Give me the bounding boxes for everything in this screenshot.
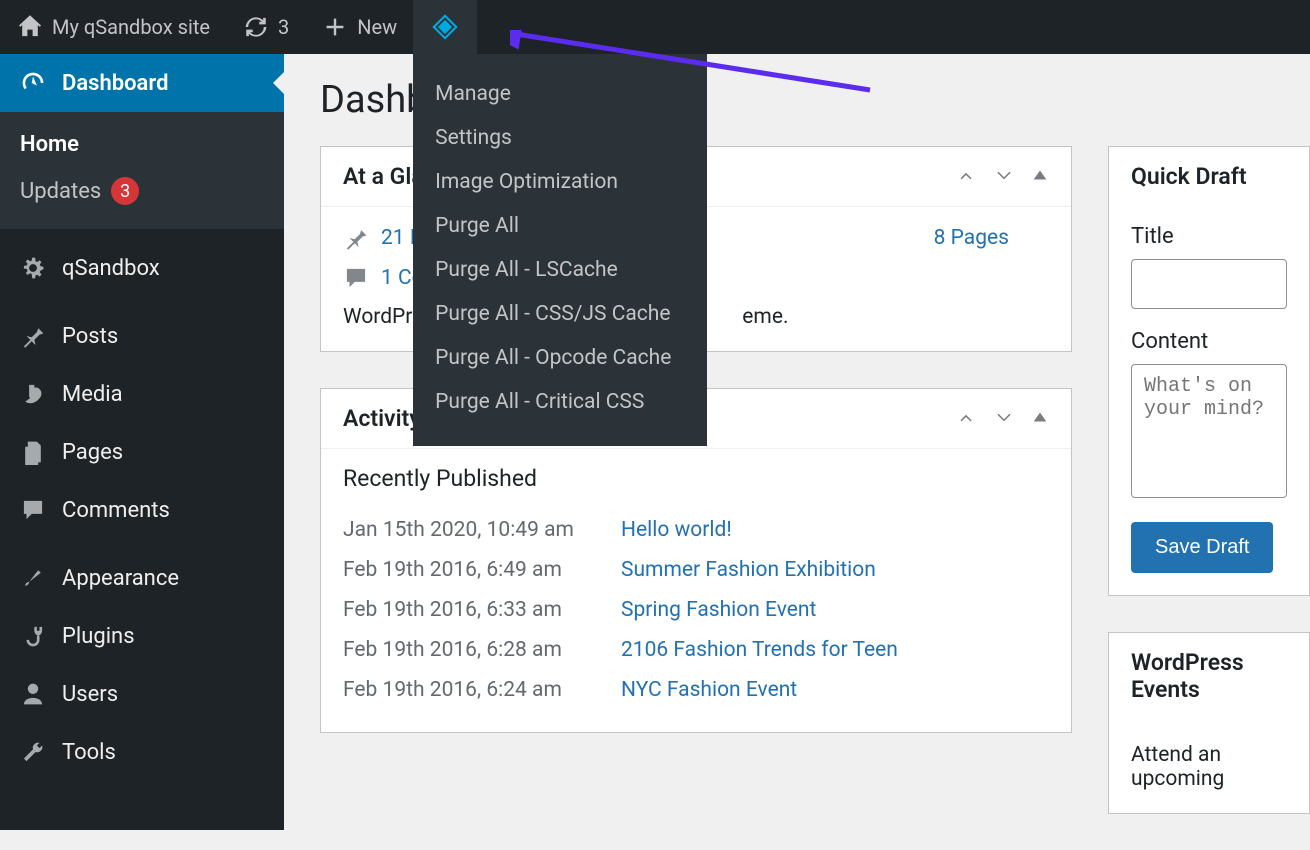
activity-row: Jan 15th 2020, 10:49 am Hello world! <box>343 510 1049 550</box>
activity-title-link[interactable]: Spring Fashion Event <box>621 598 816 622</box>
widget-header: Quick Draft <box>1109 147 1309 206</box>
pages-icon <box>18 437 48 467</box>
activity-subheading: Recently Published <box>343 449 1049 510</box>
submenu-dashboard: Home Updates 3 <box>0 112 284 229</box>
adminbar-site-name: My qSandbox site <box>52 15 210 39</box>
chevron-down-icon[interactable] <box>993 164 1015 190</box>
dropdown-manage[interactable]: Manage <box>413 72 707 116</box>
adminbar-site-link[interactable]: My qSandbox site <box>0 0 226 54</box>
events-text: Attend an upcoming <box>1131 737 1287 791</box>
dropdown-purge-cssjs[interactable]: Purge All - CSS/JS Cache <box>413 292 707 336</box>
dropdown-image-optimization[interactable]: Image Optimization <box>413 160 707 204</box>
chevron-up-icon[interactable] <box>955 164 977 190</box>
events-heading: WordPress Events <box>1131 649 1287 703</box>
activity-row: Feb 19th 2016, 6:24 am NYC Fashion Event <box>343 670 1049 710</box>
glance-pages[interactable]: 8 Pages <box>934 225 1009 251</box>
refresh-icon <box>242 13 270 41</box>
wrench-icon <box>18 737 48 767</box>
menu-plugins[interactable]: Plugins <box>0 607 284 665</box>
widget-events: WordPress Events Attend an upcoming <box>1108 632 1310 814</box>
menu-comments[interactable]: Comments <box>0 481 284 539</box>
dropdown-purge-all[interactable]: Purge All <box>413 204 707 248</box>
chevron-up-icon[interactable] <box>955 406 977 432</box>
menu-plugins-label: Plugins <box>62 624 135 649</box>
activity-date: Feb 19th 2016, 6:33 am <box>343 598 621 622</box>
activity-date: Feb 19th 2016, 6:49 am <box>343 558 621 582</box>
dropdown-purge-opcode[interactable]: Purge All - Opcode Cache <box>413 336 707 380</box>
activity-date: Feb 19th 2016, 6:24 am <box>343 678 621 702</box>
updates-badge: 3 <box>111 177 139 205</box>
quickdraft-title-label: Title <box>1131 224 1287 249</box>
activity-title-link[interactable]: NYC Fashion Event <box>621 678 797 702</box>
litespeed-dropdown: Manage Settings Image Optimization Purge… <box>413 54 707 446</box>
menu-media-label: Media <box>62 382 123 407</box>
adminbar-new-label: New <box>357 15 397 39</box>
menu-comments-label: Comments <box>62 498 170 523</box>
media-icon <box>18 379 48 409</box>
activity-title-link[interactable]: Summer Fashion Exhibition <box>621 558 876 582</box>
triangle-up-icon[interactable] <box>1031 166 1049 188</box>
chevron-down-icon[interactable] <box>993 406 1015 432</box>
menu-dashboard[interactable]: Dashboard <box>0 54 284 112</box>
submenu-home[interactable]: Home <box>0 122 284 167</box>
menu-qsandbox[interactable]: qSandbox <box>0 239 284 297</box>
gear-icon <box>18 253 48 283</box>
triangle-up-icon[interactable] <box>1031 408 1049 430</box>
glance-pages-text: 8 Pages <box>934 226 1009 250</box>
dropdown-settings[interactable]: Settings <box>413 116 707 160</box>
activity-title-link[interactable]: Hello world! <box>621 518 732 542</box>
widget-handle-actions <box>955 164 1049 190</box>
comment-icon <box>18 495 48 525</box>
dashboard-icon <box>18 68 48 98</box>
activity-date: Feb 19th 2016, 6:28 am <box>343 638 621 662</box>
admin-bar: My qSandbox site 3 New Manage Settings I… <box>0 0 1310 54</box>
adminbar-updates-count: 3 <box>278 15 289 39</box>
dropdown-purge-critical[interactable]: Purge All - Critical CSS <box>413 380 707 424</box>
menu-qsandbox-label: qSandbox <box>62 256 160 281</box>
activity-row: Feb 19th 2016, 6:33 am Spring Fashion Ev… <box>343 590 1049 630</box>
plus-icon <box>321 13 349 41</box>
plug-icon <box>18 621 48 651</box>
adminbar-new[interactable]: New <box>305 0 413 54</box>
activity-title-link[interactable]: 2106 Fashion Trends for Teen <box>621 638 898 662</box>
widget-quick-draft: Quick Draft Title Content Save Draft <box>1108 146 1310 596</box>
submenu-updates-label: Updates <box>20 179 101 204</box>
adminbar-litespeed-menu[interactable]: Manage Settings Image Optimization Purge… <box>413 0 477 54</box>
widget-header: WordPress Events <box>1109 633 1309 719</box>
quickdraft-content-label: Content <box>1131 329 1287 354</box>
quickdraft-content-textarea[interactable] <box>1131 364 1287 498</box>
menu-appearance-label: Appearance <box>62 566 179 591</box>
menu-tools-label: Tools <box>62 740 116 765</box>
events-body: Attend an upcoming <box>1109 719 1309 813</box>
menu-appearance[interactable]: Appearance <box>0 549 284 607</box>
quickdraft-body: Title Content Save Draft <box>1109 206 1309 595</box>
admin-sidebar: Dashboard Home Updates 3 qSandbox Posts … <box>0 54 284 830</box>
activity-date: Jan 15th 2020, 10:49 am <box>343 518 621 542</box>
menu-pages-label: Pages <box>62 440 123 465</box>
menu-dashboard-label: Dashboard <box>62 71 168 96</box>
widget-handle-actions <box>955 406 1049 432</box>
brush-icon <box>18 563 48 593</box>
pin-icon <box>18 321 48 351</box>
save-draft-button[interactable]: Save Draft <box>1131 522 1273 573</box>
menu-pages[interactable]: Pages <box>0 423 284 481</box>
menu-tools[interactable]: Tools <box>0 723 284 781</box>
menu-posts[interactable]: Posts <box>0 307 284 365</box>
quickdraft-title-input[interactable] <box>1131 259 1287 309</box>
activity-row: Feb 19th 2016, 6:28 am 2106 Fashion Tren… <box>343 630 1049 670</box>
menu-media[interactable]: Media <box>0 365 284 423</box>
activity-body: Recently Published Jan 15th 2020, 10:49 … <box>321 449 1071 732</box>
menu-users-label: Users <box>62 682 118 707</box>
adminbar-updates[interactable]: 3 <box>226 0 305 54</box>
menu-posts-label: Posts <box>62 324 118 349</box>
submenu-updates[interactable]: Updates 3 <box>0 167 284 215</box>
activity-heading: Activity <box>343 405 421 432</box>
activity-row: Feb 19th 2016, 6:49 am Summer Fashion Ex… <box>343 550 1049 590</box>
quickdraft-heading: Quick Draft <box>1131 163 1247 190</box>
user-icon <box>18 679 48 709</box>
home-icon <box>16 13 44 41</box>
litespeed-icon <box>431 13 459 41</box>
dropdown-purge-lscache[interactable]: Purge All - LSCache <box>413 248 707 292</box>
menu-users[interactable]: Users <box>0 665 284 723</box>
